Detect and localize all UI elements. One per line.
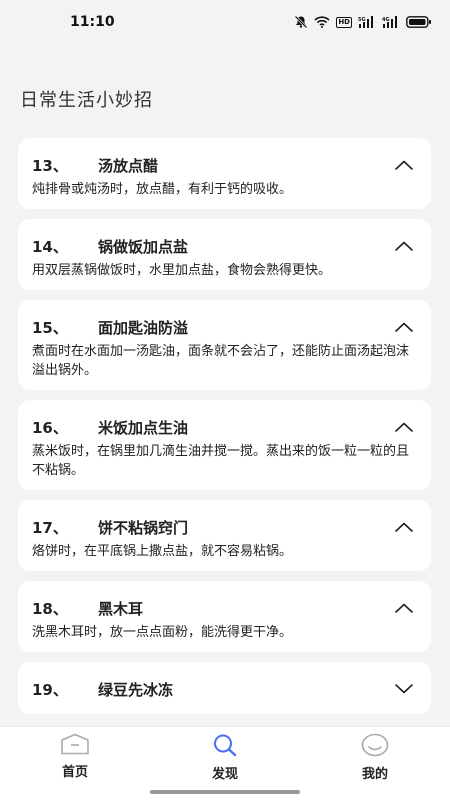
tip-card-header[interactable]: 17、 饼不粘锅窍门 [32,512,417,542]
search-icon [211,733,239,761]
tips-list[interactable]: 13、 汤放点醋炖排骨或炖汤时，放点醋，有利于钙的吸收。 14、 锅做饭加点盐用双层蒸… [18,138,431,726]
tip-card-header[interactable]: 14、 锅做饭加点盐 [32,231,417,261]
tip-body: 用双层蒸锅做饭时，水里加点盐，食物会熟得更快。 [32,263,332,278]
tip-card-header[interactable]: 13、 汤放点醋 [32,150,417,180]
nav-home[interactable]: 首页 [15,727,135,800]
bottom-nav: 首页 发现 我的 [0,726,450,800]
tip-card[interactable]: 16、 米饭加点生油蒸米饭时，在锅里加几滴生油并搅一搅。蒸出来的饭一粒一粒的且不粘… [18,400,431,490]
tip-title: 米饭加点生油 [98,418,189,437]
tip-card[interactable]: 13、 汤放点醋炖排骨或炖汤时，放点醋，有利于钙的吸收。 [18,138,431,209]
nav-label: 首页 [61,765,88,780]
wifi-icon [314,16,330,28]
tip-title: 汤放点醋 [98,156,159,175]
chevron-up-icon[interactable] [391,317,417,337]
tip-card[interactable]: 19、 绿豆先冰冻 [18,662,431,714]
nav-label: 我的 [361,767,388,782]
chevron-up-icon[interactable] [391,155,417,175]
chevron-up-icon[interactable] [391,598,417,618]
bell-muted-icon [294,15,308,29]
tip-number: 19、 [32,680,68,699]
tip-body: 蒸米饭时，在锅里加几滴生油并搅一搅。蒸出来的饭一粒一粒的且不粘锅。 [32,444,410,478]
chevron-up-icon[interactable] [391,417,417,437]
tip-title: 锅做饭加点盐 [98,237,189,256]
tip-body: 烙饼时，在平底锅上撒点盐，就不容易粘锅。 [32,544,293,559]
battery-icon [406,16,432,28]
smiley-icon [361,733,389,761]
tip-number: 15、 [32,318,68,337]
status-icons: HD 5G 4G [294,15,432,29]
tip-card-header[interactable]: 15、 面加匙油防溢 [32,312,417,342]
tip-title: 饼不粘锅窍门 [98,518,189,537]
signal-4g-icon: 4G [382,16,400,28]
tip-title: 面加匙油防溢 [98,318,189,337]
tip-number: 17、 [32,518,68,537]
tip-card-header[interactable]: 19、 绿豆先冰冻 [32,674,417,704]
tip-title: 黑木耳 [98,599,144,618]
status-time: 11:10 [70,14,115,30]
tip-body: 炖排骨或炖汤时，放点醋，有利于钙的吸收。 [32,182,293,197]
home-indicator[interactable] [150,790,300,794]
page-title: 日常生活小妙招 [20,90,153,111]
tip-card-header[interactable]: 18、 黑木耳 [32,593,417,623]
tip-card[interactable]: 15、 面加匙油防溢煮面时在水面加一汤匙油，面条就不会沾了，还能防止面汤起泡沫溢出… [18,300,431,390]
tip-card[interactable]: 18、 黑木耳洗黑木耳时，放一点点面粉，能洗得更干净。 [18,581,431,652]
tip-title: 绿豆先冰冻 [98,680,174,699]
nav-label: 发现 [211,767,238,782]
tip-card[interactable]: 17、 饼不粘锅窍门烙饼时，在平底锅上撒点盐，就不容易粘锅。 [18,500,431,571]
tip-body: 煮面时在水面加一汤匙油，面条就不会沾了，还能防止面汤起泡沫溢出锅外。 [32,344,410,378]
nav-mine[interactable]: 我的 [315,727,435,800]
chevron-up-icon[interactable] [391,236,417,256]
chevron-down-icon[interactable] [391,679,417,699]
status-bar: 11:10 HD 5G 4G [0,0,450,44]
signal-5g-icon: 5G [358,16,376,28]
tip-number: 16、 [32,418,68,437]
tip-card[interactable]: 14、 锅做饭加点盐用双层蒸锅做饭时，水里加点盐，食物会熟得更快。 [18,219,431,290]
hd-icon: HD [336,16,352,28]
tip-number: 18、 [32,599,68,618]
chevron-up-icon[interactable] [391,517,417,537]
home-icon [60,733,90,759]
tip-body: 洗黑木耳时，放一点点面粉，能洗得更干净。 [32,625,293,640]
tip-number: 13、 [32,156,68,175]
tip-number: 14、 [32,237,68,256]
tip-card-header[interactable]: 16、 米饭加点生油 [32,412,417,442]
